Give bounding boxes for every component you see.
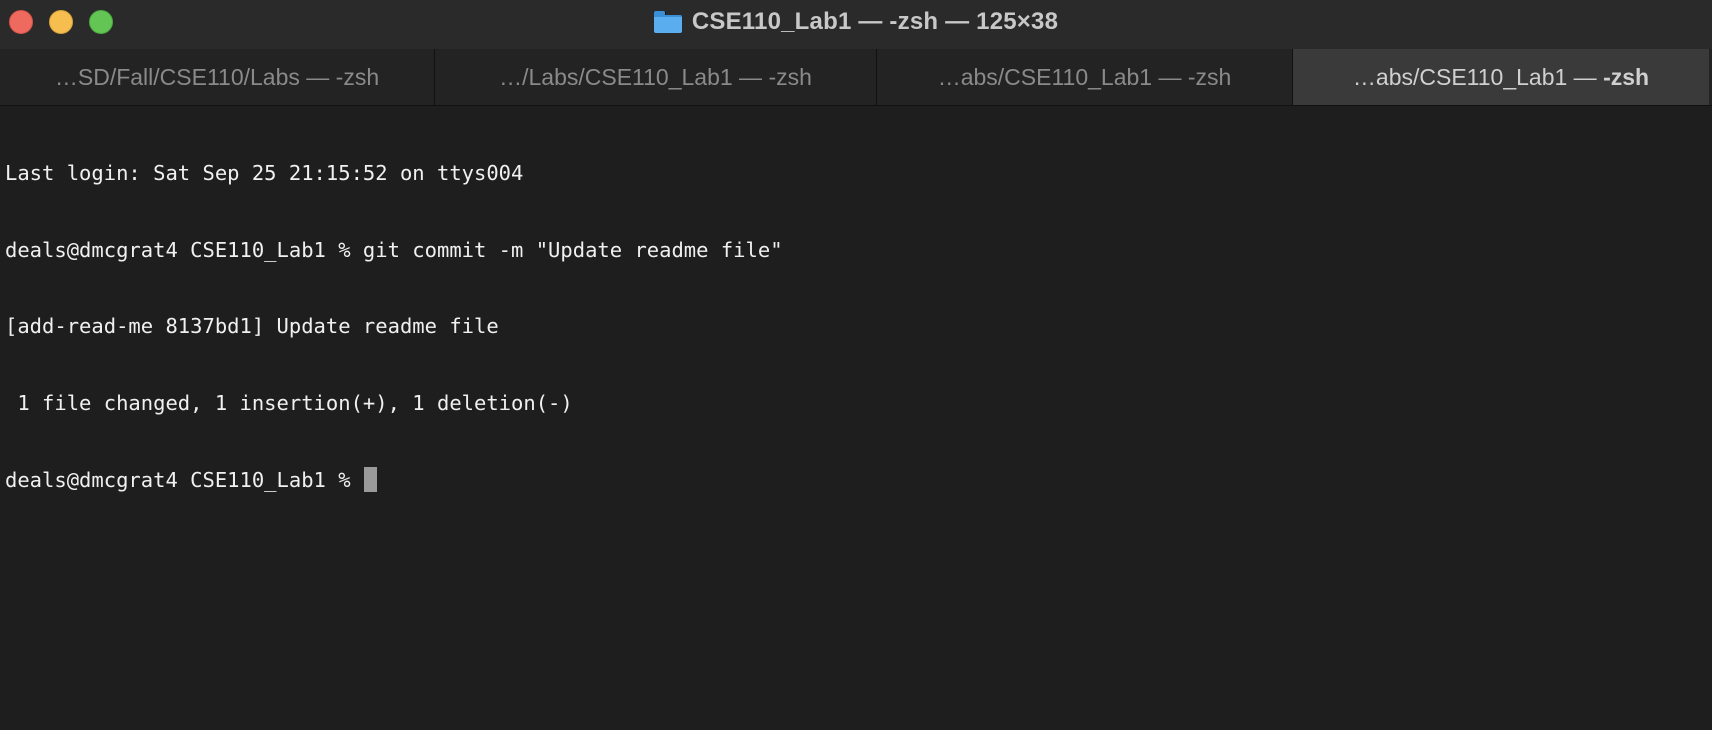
tab-3[interactable]: …abs/CSE110_Lab1 — -zsh bbox=[877, 49, 1293, 105]
terminal-line: deals@dmcgrat4 CSE110_Lab1 % git commit … bbox=[5, 237, 783, 262]
window-title: CSE110_Lab1 — -zsh — 125×38 bbox=[691, 8, 1059, 35]
terminal-line: 1 file changed, 1 insertion(+), 1 deleti… bbox=[5, 390, 573, 415]
terminal-prompt-line[interactable]: deals@dmcgrat4 CSE110_Lab1 % bbox=[5, 467, 1705, 493]
terminal-prompt: deals@dmcgrat4 CSE110_Lab1 % bbox=[5, 468, 363, 492]
tab-label: …abs/CSE110_Lab1 — -zsh bbox=[937, 63, 1232, 90]
folder-icon bbox=[653, 11, 682, 33]
terminal-window: CSE110_Lab1 — -zsh — 125×38 …SD/Fall/CSE… bbox=[0, 0, 1712, 730]
window-title-group: CSE110_Lab1 — -zsh — 125×38 bbox=[0, 0, 1712, 44]
terminal-output[interactable]: Last login: Sat Sep 25 21:15:52 on ttys0… bbox=[5, 110, 1705, 544]
tab-bar: …SD/Fall/CSE110/Labs — -zsh …/Labs/CSE11… bbox=[0, 49, 1712, 106]
title-bar[interactable]: CSE110_Lab1 — -zsh — 125×38 bbox=[0, 0, 1712, 44]
tab-label: …SD/Fall/CSE110/Labs — -zsh bbox=[54, 63, 380, 90]
terminal-line: Last login: Sat Sep 25 21:15:52 on ttys0… bbox=[5, 161, 524, 185]
tab-1[interactable]: …SD/Fall/CSE110/Labs — -zsh bbox=[0, 49, 435, 105]
tab-2[interactable]: …/Labs/CSE110_Lab1 — -zsh bbox=[435, 49, 877, 105]
terminal-line: [add-read-me 8137bd1] Update readme file bbox=[5, 314, 499, 338]
tab-label: …abs/CSE110_Lab1 — -zsh bbox=[1353, 64, 1649, 91]
tab-label-suffix: -zsh bbox=[1603, 63, 1650, 90]
text-cursor bbox=[363, 467, 377, 492]
tab-label-prefix: …abs/CSE110_Lab1 — bbox=[1352, 63, 1604, 90]
tab-4-active[interactable]: …abs/CSE110_Lab1 — -zsh bbox=[1293, 49, 1709, 105]
tab-label: …/Labs/CSE110_Lab1 — -zsh bbox=[499, 63, 812, 90]
